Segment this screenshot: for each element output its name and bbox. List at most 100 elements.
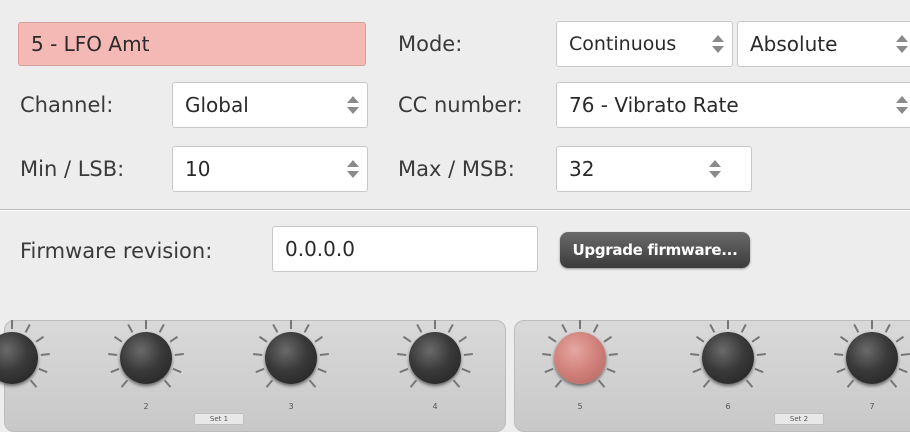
knob-tick-mark <box>900 353 910 356</box>
knob-tick-mark <box>463 353 473 356</box>
knob-tick-mark <box>110 367 120 374</box>
min-lsb-select-arrows-icon <box>347 159 359 179</box>
knob-tick-mark <box>603 335 613 343</box>
knob-tick-mark <box>416 323 423 333</box>
knob-tick-mark <box>255 367 265 374</box>
knob-tick-mark <box>317 367 327 374</box>
max-msb-select-value: 32 <box>569 157 595 181</box>
set-2-label: Set 2 <box>774 413 824 425</box>
knob-7[interactable] <box>832 318 910 398</box>
channel-label: Channel: <box>20 93 114 117</box>
knob-6-number: 6 <box>725 402 731 411</box>
knob-tick-mark <box>253 353 263 356</box>
min-lsb-select-value: 10 <box>185 157 211 181</box>
knob-tick-mark <box>853 323 860 333</box>
mode-select[interactable]: Continuous <box>556 21 733 67</box>
firmware-revision-field: 0.0.0.0 <box>272 226 538 272</box>
parameter-name-field[interactable]: 5 - LFO Amt <box>18 22 366 66</box>
knob-tick-mark <box>402 335 412 343</box>
mode-label: Mode: <box>398 32 463 56</box>
knob-tick-mark <box>258 335 268 343</box>
knob-tick-mark <box>834 353 844 356</box>
knob-4-number: 4 <box>432 402 438 411</box>
mode-type-select[interactable]: Absolute <box>737 21 910 67</box>
knob-tick-mark <box>399 367 409 374</box>
knob-tick-mark <box>690 353 700 356</box>
channel-select-arrows-icon <box>347 95 359 115</box>
knob-tick-mark <box>695 335 705 343</box>
set-1-label: Set 1 <box>194 413 244 425</box>
knob-tick-mark <box>120 379 129 388</box>
min-lsb-label: Min / LSB: <box>20 157 125 181</box>
knob-1[interactable] <box>0 318 52 398</box>
knob-tick-mark <box>108 353 118 356</box>
knob-tick-mark <box>727 320 729 329</box>
knob-tick-mark <box>113 335 123 343</box>
knob-tick-mark <box>839 335 849 343</box>
knob-tick-mark <box>889 379 898 388</box>
knob-3-number: 3 <box>288 402 294 411</box>
knob-4[interactable] <box>395 318 475 398</box>
knob-tick-mark <box>35 335 45 343</box>
knob-tick-mark <box>846 379 855 388</box>
knob-2-number: 2 <box>143 402 149 411</box>
knob-tick-mark <box>29 379 38 388</box>
firmware-revision-label: Firmware revision: <box>20 239 213 263</box>
knob-tick-mark <box>597 379 606 388</box>
max-msb-select-arrows-icon <box>709 159 721 179</box>
mode-type-select-arrows-icon <box>896 34 908 54</box>
knob-tick-mark <box>740 323 747 333</box>
upgrade-firmware-button[interactable]: Upgrade firmware... <box>560 232 750 268</box>
channel-select-value: Global <box>185 93 249 117</box>
knob-5[interactable] <box>540 318 620 398</box>
mode-type-select-value: Absolute <box>750 32 838 56</box>
knob-tick-mark <box>308 379 317 388</box>
section-divider <box>0 209 910 211</box>
knob-tick-mark <box>592 323 599 333</box>
knob-tick-mark <box>751 335 761 343</box>
max-msb-select[interactable]: 32 <box>556 146 752 192</box>
knob-tick-mark <box>397 353 407 356</box>
knob-tick-mark <box>163 379 172 388</box>
max-msb-label: Max / MSB: <box>398 157 515 181</box>
knob-tick-mark <box>692 367 702 374</box>
knob-3[interactable] <box>251 318 331 398</box>
knob-7-number: 7 <box>869 402 875 411</box>
knob-tick-mark <box>38 367 48 374</box>
knob-tick-mark <box>884 323 891 333</box>
min-lsb-select[interactable]: 10 <box>172 146 368 192</box>
knob-tick-mark <box>871 320 873 329</box>
knob-tick-mark <box>561 323 568 333</box>
knob-tick-mark <box>452 379 461 388</box>
knob-tick-mark <box>265 379 274 388</box>
cc-number-select[interactable]: 76 - Vibrato Rate <box>556 82 910 128</box>
knob-tick-mark <box>608 353 618 356</box>
knob-tick-mark <box>24 323 31 333</box>
mode-select-arrows-icon <box>712 34 724 54</box>
knob-tick-mark <box>542 353 552 356</box>
knob-tick-mark <box>314 335 324 343</box>
channel-select[interactable]: Global <box>172 82 368 128</box>
cc-number-select-value: 76 - Vibrato Rate <box>569 93 739 117</box>
knob-tick-mark <box>272 323 279 333</box>
knob-tick-mark <box>409 379 418 388</box>
knob-tick-mark <box>547 335 557 343</box>
knob-tick-mark <box>745 379 754 388</box>
knob-tick-mark <box>174 353 184 356</box>
knob-tick-mark <box>169 335 179 343</box>
knob-tick-mark <box>127 323 134 333</box>
knob-tick-mark <box>11 320 13 329</box>
knob-tick-mark <box>319 353 329 356</box>
knob-tick-mark <box>172 367 182 374</box>
knob-tick-mark <box>702 379 711 388</box>
knob-tick-mark <box>145 320 147 329</box>
knob-5-number: 5 <box>577 402 583 411</box>
knob-tick-mark <box>895 335 905 343</box>
knob-2[interactable] <box>106 318 186 398</box>
knob-tick-mark <box>458 335 468 343</box>
knob-tick-mark <box>40 353 50 356</box>
knob-tick-mark <box>709 323 716 333</box>
knob-6[interactable] <box>688 318 768 398</box>
knob-tick-mark <box>447 323 454 333</box>
knob-tick-mark <box>461 367 471 374</box>
